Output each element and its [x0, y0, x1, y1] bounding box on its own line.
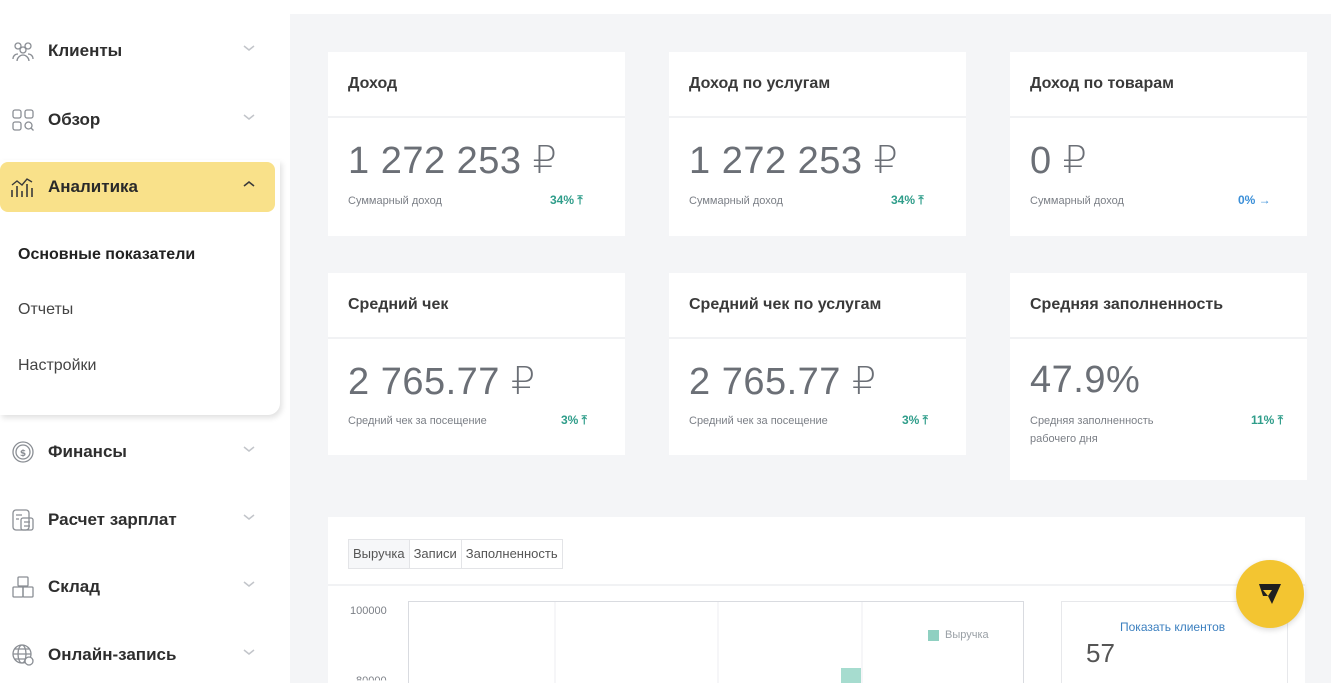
coin-icon: $: [8, 437, 38, 467]
sidebar-item-label: Финансы: [48, 442, 127, 461]
brand-logo-icon: [1259, 584, 1281, 604]
metric-card-avg-check: Средний чек 2 765.77 ₽ Средний чек за по…: [328, 273, 625, 455]
card-title: Средняя заполненность: [1010, 273, 1307, 339]
revenue-bar: [841, 668, 861, 683]
sidebar-item-label: Онлайн-запись: [48, 645, 177, 664]
chevron-up-icon: [243, 180, 255, 187]
card-subtitle: Суммарный доход: [1030, 195, 1124, 207]
legend-label: Выручка: [945, 629, 989, 641]
y-axis-tick-label: 100000: [350, 605, 387, 617]
card-subtitle: Средняя заполненность: [1030, 415, 1154, 427]
sidebar-item-label: Обзор: [48, 110, 101, 129]
card-value: 47.9%: [1030, 359, 1141, 401]
card-title: Средний чек: [328, 273, 625, 339]
card-subtitle-line2: рабочего дня: [1030, 433, 1098, 445]
tab-records[interactable]: Записи: [410, 540, 462, 568]
card-value: 2 765.77 ₽: [689, 361, 877, 403]
submenu-item-reports[interactable]: Отчеты: [18, 301, 73, 319]
sidebar-item-clients[interactable]: Клиенты: [0, 26, 275, 76]
chart-gridlines: [554, 602, 863, 683]
sidebar-item-analytics[interactable]: Аналитика: [0, 162, 275, 212]
analytics-icon: [8, 172, 38, 202]
card-subtitle: Средний чек за посещение: [348, 415, 487, 427]
main-content: Доход 1 272 253 ₽ Суммарный доход 34% ⤒ …: [290, 14, 1331, 683]
change-indicator: 11% ⤒: [1251, 413, 1283, 427]
metric-card-income: Доход 1 272 253 ₽ Суммарный доход 34% ⤒: [328, 52, 625, 236]
change-indicator: 0% →: [1238, 193, 1271, 207]
chevron-down-icon: [243, 446, 255, 452]
boxes-icon: [8, 572, 38, 602]
card-title: Доход: [328, 52, 625, 118]
tab-revenue[interactable]: Выручка: [349, 540, 410, 568]
sidebar-item-online-booking[interactable]: Онлайн-запись: [0, 630, 275, 680]
metric-card-product-income: Доход по товарам 0 ₽ Суммарный доход 0% …: [1010, 52, 1307, 236]
tab-occupancy[interactable]: Заполненность: [462, 540, 562, 568]
chart-legend: Выручка: [928, 629, 989, 641]
sidebar-item-label: Клиенты: [48, 41, 123, 60]
card-subtitle: Суммарный доход: [689, 195, 783, 207]
change-indicator: 34% ⤒: [550, 193, 583, 207]
chevron-down-icon: [243, 649, 255, 655]
card-value: 2 765.77 ₽: [348, 361, 536, 403]
change-indicator: 34% ⤒: [891, 193, 924, 207]
submenu-item-settings[interactable]: Настройки: [18, 357, 96, 375]
change-indicator: 3% ⤒: [561, 413, 587, 427]
globe-icon: [8, 640, 38, 670]
chart-tabs: Выручка Записи Заполненность: [348, 539, 563, 569]
divider: [328, 584, 1305, 586]
card-subtitle: Суммарный доход: [348, 195, 442, 207]
assistant-fab-button[interactable]: [1236, 560, 1304, 628]
change-indicator: 3% ⤒: [902, 413, 928, 427]
chart-plot-area: [408, 601, 1024, 683]
metric-card-service-income: Доход по услугам 1 272 253 ₽ Суммарный д…: [669, 52, 966, 236]
metric-card-avg-service-check: Средний чек по услугам 2 765.77 ₽ Средни…: [669, 273, 966, 455]
card-value: 1 272 253 ₽: [348, 140, 558, 182]
chart-panel: Выручка Записи Заполненность 100000 8000…: [328, 517, 1305, 683]
payroll-icon: [8, 505, 38, 535]
show-clients-link[interactable]: Показать клиентов: [1120, 620, 1225, 634]
chevron-down-icon: [243, 45, 255, 51]
card-value: 1 272 253 ₽: [689, 140, 899, 182]
sidebar: Клиенты Обзор Основные показатели Отчеты…: [0, 0, 290, 683]
sidebar-item-payroll[interactable]: Расчет зарплат: [0, 495, 275, 545]
sidebar-item-warehouse[interactable]: Склад: [0, 562, 275, 612]
clients-count: 57: [1086, 638, 1115, 668]
card-value: 0 ₽: [1030, 140, 1088, 182]
sidebar-item-label: Склад: [48, 577, 101, 596]
card-subtitle: Средний чек за посещение: [689, 415, 828, 427]
chevron-down-icon: [243, 514, 255, 520]
users-icon: [8, 36, 38, 66]
chevron-down-icon: [243, 581, 255, 587]
submenu-item-main-indicators[interactable]: Основные показатели: [18, 246, 195, 264]
sidebar-item-overview[interactable]: Обзор: [0, 95, 275, 145]
card-title: Доход по товарам: [1010, 52, 1307, 118]
sidebar-item-label: Расчет зарплат: [48, 510, 177, 529]
sidebar-item-finance[interactable]: $ Финансы: [0, 427, 275, 477]
svg-text:$: $: [20, 449, 26, 459]
grid-search-icon: [8, 105, 38, 135]
legend-swatch: [928, 629, 939, 641]
card-title: Средний чек по услугам: [669, 273, 966, 339]
sidebar-item-label: Аналитика: [48, 177, 138, 196]
chevron-down-icon: [243, 114, 255, 120]
metric-card-avg-occupancy: Средняя заполненность 47.9% Средняя запо…: [1010, 273, 1307, 480]
card-title: Доход по услугам: [669, 52, 966, 118]
y-axis-tick-label: 80000: [356, 675, 387, 683]
